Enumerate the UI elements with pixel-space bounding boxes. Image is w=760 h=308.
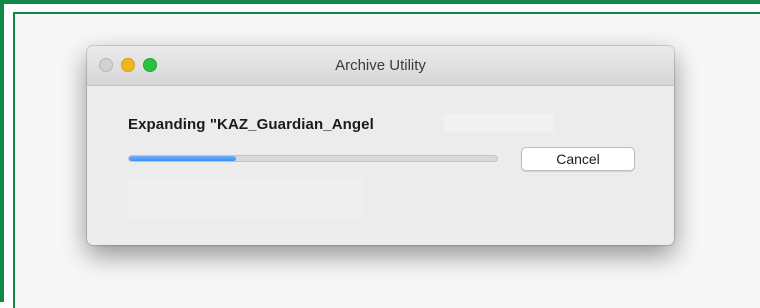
- cancel-button[interactable]: Cancel: [521, 147, 635, 171]
- window-title: Archive Utility: [335, 57, 426, 74]
- archive-utility-window: Archive Utility Expanding "KAZ_Guardian_…: [87, 46, 674, 245]
- expanding-status-heading: Expanding "KAZ_Guardian_Angel: [128, 116, 374, 133]
- redacted-filename-area: [444, 114, 554, 132]
- redacted-status-area: [128, 178, 364, 219]
- progress-bar-fill: [129, 156, 236, 161]
- title-bar[interactable]: Archive Utility: [87, 46, 674, 86]
- progress-bar: [128, 155, 498, 162]
